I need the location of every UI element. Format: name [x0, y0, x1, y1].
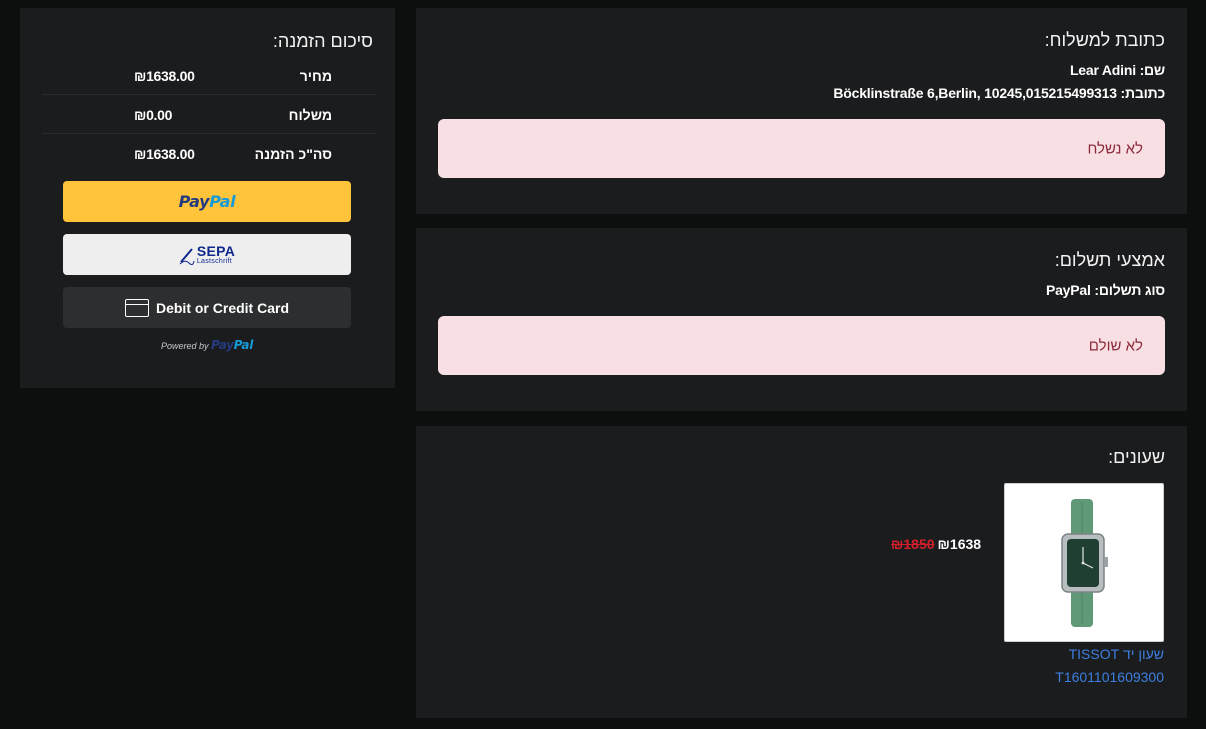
- card-button-label: Debit or Credit Card: [155, 299, 289, 316]
- summary-value: ₪1638.00: [134, 67, 195, 84]
- sepa-button[interactable]: SEPA Lastschrift: [63, 234, 351, 275]
- paypal-small-logo: PayPal: [211, 338, 254, 352]
- product-old-price: ₪1850: [891, 536, 935, 552]
- summary-row-total: סה"כ הזמנה ₪1638.00: [42, 135, 376, 173]
- debit-credit-card-button[interactable]: Debit or Credit Card: [63, 287, 351, 328]
- payment-status-text: לא שולם: [1088, 337, 1143, 354]
- powered-by-paypal: Powered by PayPal: [160, 338, 254, 352]
- product-price: ₪1850 ₪1638: [891, 536, 981, 552]
- summary-title: סיכום הזמנה:: [272, 31, 373, 51]
- paypal-button[interactable]: PayPal: [63, 181, 351, 222]
- paypal-logo: PayPal: [178, 192, 236, 211]
- summary-row-price: מחיר ₪1638.00: [42, 57, 376, 95]
- shipping-address: כתובת: Böcklinstraße 6,Berlin, 10245,015…: [833, 85, 1165, 101]
- product-sku-link[interactable]: T1601101609300: [1055, 669, 1164, 685]
- product-image[interactable]: [1004, 483, 1164, 642]
- summary-value: ₪0.00: [134, 106, 173, 123]
- summary-value: ₪1638.00: [134, 146, 195, 162]
- watch-image: [1061, 499, 1108, 627]
- summary-label: משלוח: [288, 106, 332, 123]
- shipping-title: כתובת למשלוח:: [1044, 30, 1165, 50]
- product-new-price: ₪1638: [937, 536, 982, 552]
- credit-card-icon: [124, 298, 149, 317]
- summary-label: מחיר: [299, 67, 332, 84]
- summary-label: סה"כ הזמנה: [254, 146, 332, 162]
- sepa-pen-icon: [179, 247, 195, 265]
- shipping-name: שם: Lear Adini: [1069, 62, 1165, 78]
- products-title: שעונים:: [1108, 447, 1165, 467]
- payment-status-alert: לא שולם: [438, 316, 1165, 375]
- payment-title: אמצעי תשלום:: [1054, 250, 1165, 270]
- summary-row-shipping: משלוח ₪0.00: [42, 96, 376, 134]
- product-name-link[interactable]: שעון יד TISSOT: [1069, 646, 1164, 662]
- payment-type: סוג תשלום: PayPal: [1045, 282, 1165, 298]
- sepa-logo: SEPA Lastschrift: [179, 244, 235, 265]
- shipping-status-alert: לא נשלח: [438, 119, 1165, 178]
- shipping-status-text: לא נשלח: [1087, 140, 1143, 157]
